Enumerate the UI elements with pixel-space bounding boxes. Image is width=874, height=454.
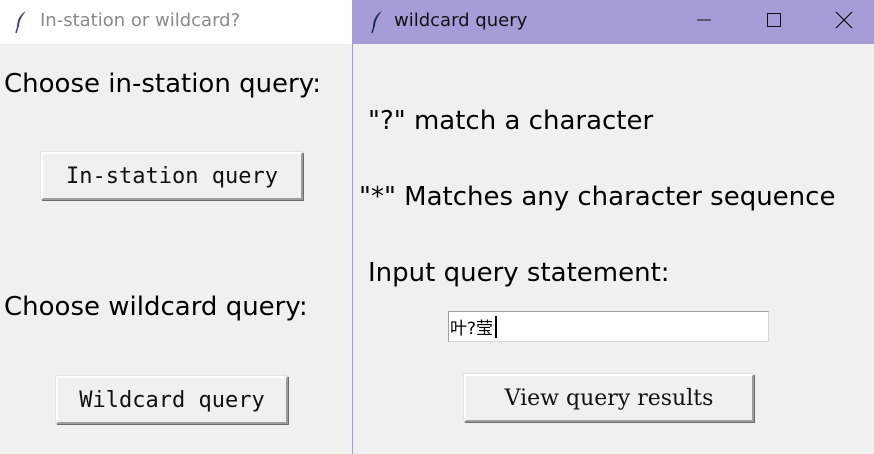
- hint-question-mark: "?" match a character: [368, 106, 654, 136]
- wildcard-query-button[interactable]: Wildcard query: [56, 376, 288, 424]
- feather-icon: [371, 11, 382, 34]
- input-label: Input query statement:: [368, 258, 670, 288]
- close-icon: [835, 11, 853, 29]
- minimize-button[interactable]: [669, 0, 739, 40]
- text-caret: [495, 316, 497, 338]
- maximize-icon: [767, 13, 781, 27]
- in-station-or-wildcard-window: In-station or wildcard? Choose in-statio…: [0, 0, 352, 454]
- close-button[interactable]: [809, 0, 874, 40]
- title-bar[interactable]: wildcard query: [353, 0, 874, 44]
- window-title: wildcard query: [394, 10, 528, 31]
- wildcard-query-window: wildcard query "?" match a character "*"…: [352, 0, 874, 454]
- title-bar[interactable]: In-station or wildcard?: [0, 0, 352, 44]
- in-station-prompt: Choose in-station query:: [4, 69, 322, 99]
- feather-icon: [15, 11, 26, 34]
- window-title: In-station or wildcard?: [40, 10, 241, 31]
- maximize-button[interactable]: [739, 0, 809, 40]
- view-query-results-button[interactable]: View query results: [464, 374, 754, 422]
- in-station-query-button[interactable]: In-station query: [41, 152, 303, 200]
- minimize-icon: [697, 19, 711, 21]
- wildcard-prompt: Choose wildcard query:: [4, 292, 308, 322]
- hint-asterisk: "*" Matches any character sequence: [359, 182, 836, 212]
